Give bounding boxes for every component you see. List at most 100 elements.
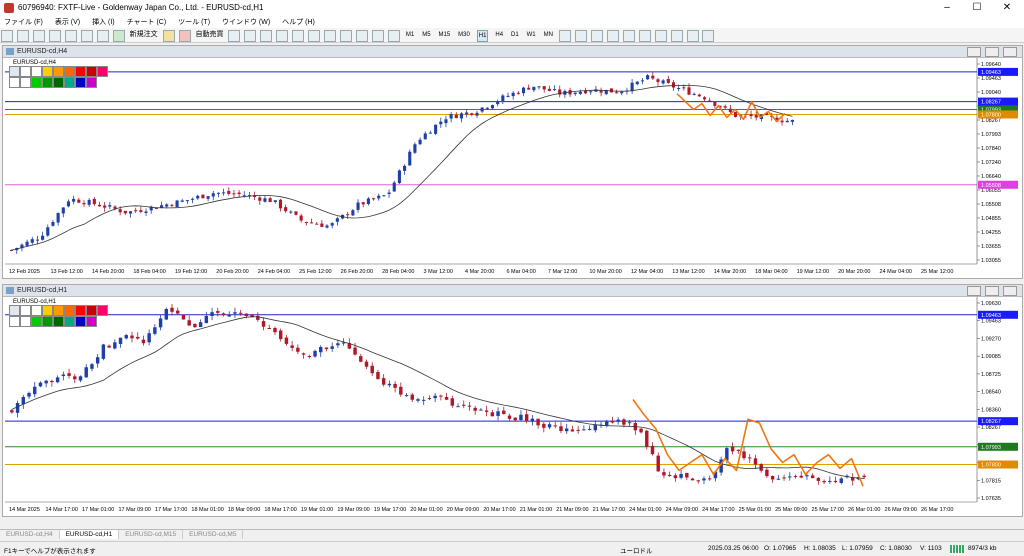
color-swatch[interactable] xyxy=(64,66,75,77)
candlestick-icon[interactable] xyxy=(244,30,257,42)
tab-eurusd-h1[interactable]: EURUSD-cd,H1 xyxy=(59,530,120,539)
price-chart[interactable]: 1.096401.094631.090401.084401.082671.079… xyxy=(5,58,1020,276)
color-swatch[interactable] xyxy=(75,77,86,88)
color-swatch[interactable] xyxy=(42,305,53,316)
dot-style-icon[interactable] xyxy=(20,77,31,88)
timeframe-w1[interactable]: W1 xyxy=(526,30,537,40)
timeframe-d1[interactable]: D1 xyxy=(510,30,520,40)
color-swatch[interactable] xyxy=(53,305,64,316)
navigator-icon[interactable] xyxy=(64,30,77,42)
color-swatch[interactable] xyxy=(97,66,108,77)
menu-view[interactable]: 表示 (V) xyxy=(51,16,86,27)
price-chart[interactable]: 1.09630 1.09463 1.09270 1.09085 1.08725 1.085… xyxy=(5,297,1020,514)
magnet-tool-icon[interactable] xyxy=(31,66,42,77)
cursor-tool-icon[interactable] xyxy=(9,305,20,316)
auto-trade-button[interactable]: 自動売買 xyxy=(195,30,223,40)
fibonacci-icon[interactable] xyxy=(654,30,667,42)
timeframe-m15[interactable]: M15 xyxy=(438,30,452,40)
color-swatch[interactable] xyxy=(42,77,53,88)
line-width-icon[interactable] xyxy=(9,77,20,88)
color-swatch[interactable] xyxy=(86,316,97,327)
timeframe-m1[interactable]: M1 xyxy=(405,30,415,40)
timeframe-mn[interactable]: MN xyxy=(543,30,554,40)
chart-window-h1[interactable]: EURUSD-cd,H1 1.09630 1.09463 1.09270 1.0908… xyxy=(2,284,1023,517)
new-chart-icon[interactable] xyxy=(1,30,13,42)
color-swatch[interactable] xyxy=(31,77,42,88)
chart-window-h4[interactable]: EURUSD-cd,H4 1.096401.094631.090401.0844… xyxy=(2,45,1023,279)
color-swatch[interactable] xyxy=(42,316,53,327)
profiles-icon[interactable] xyxy=(16,30,29,42)
minimize-icon[interactable]: – xyxy=(932,0,962,16)
cursor-tool-icon[interactable] xyxy=(9,66,20,77)
color-swatch[interactable] xyxy=(42,66,53,77)
color-swatch[interactable] xyxy=(31,316,42,327)
crosshair-icon[interactable] xyxy=(574,30,587,42)
line-chart-icon[interactable] xyxy=(260,30,273,42)
timeframe-m5[interactable]: M5 xyxy=(421,30,431,40)
text-label-icon[interactable] xyxy=(686,30,699,42)
menu-file[interactable]: ファイル (F) xyxy=(0,16,49,27)
zoom-out-icon[interactable] xyxy=(292,30,305,42)
vertical-line-icon[interactable] xyxy=(590,30,603,42)
tab-eurusd-m15[interactable]: EURUSD-cd,M15 xyxy=(119,530,184,539)
line-width-icon[interactable] xyxy=(9,316,20,327)
close-icon[interactable]: ✕ xyxy=(992,0,1022,16)
tester-icon[interactable] xyxy=(96,30,109,42)
templates-icon[interactable] xyxy=(387,30,400,42)
indicators-icon[interactable] xyxy=(356,30,369,42)
dot-style-icon[interactable] xyxy=(20,316,31,327)
market-watch-icon[interactable] xyxy=(32,30,45,42)
maximize-icon[interactable] xyxy=(985,47,999,57)
meta-editor-icon[interactable] xyxy=(162,30,175,42)
color-swatch[interactable] xyxy=(86,305,97,316)
color-swatch[interactable] xyxy=(86,77,97,88)
color-swatch[interactable] xyxy=(53,77,64,88)
tab-eurusd-h4[interactable]: EURUSD-cd,H4 xyxy=(0,530,60,539)
close-icon[interactable] xyxy=(1003,47,1017,57)
minimize-icon[interactable] xyxy=(967,47,981,57)
color-swatch[interactable] xyxy=(53,66,64,77)
text-icon[interactable] xyxy=(670,30,683,42)
menu-window[interactable]: ウインドウ (W) xyxy=(218,16,276,27)
terminal-icon[interactable] xyxy=(80,30,93,42)
color-palette[interactable] xyxy=(9,66,108,88)
bar-chart-icon[interactable] xyxy=(228,30,241,42)
zoom-in-icon[interactable] xyxy=(276,30,289,42)
color-swatch[interactable] xyxy=(75,305,86,316)
color-swatch[interactable] xyxy=(64,77,75,88)
color-swatch[interactable] xyxy=(64,316,75,327)
timeframe-h1[interactable]: H1 xyxy=(476,30,489,42)
timeframe-h4[interactable]: H4 xyxy=(494,30,504,40)
minimize-icon[interactable] xyxy=(967,286,981,296)
maximize-icon[interactable]: ☐ xyxy=(962,0,992,16)
auto-scroll-icon[interactable] xyxy=(324,30,337,42)
timeframe-m30[interactable]: M30 xyxy=(457,30,471,40)
new-order-icon[interactable] xyxy=(112,30,125,42)
color-swatch[interactable] xyxy=(97,305,108,316)
auto-trade-icon[interactable] xyxy=(178,30,191,42)
chart-shift-icon[interactable] xyxy=(340,30,353,42)
menu-tools[interactable]: ツール (T) xyxy=(174,16,216,27)
horizontal-line-icon[interactable] xyxy=(606,30,619,42)
menu-help[interactable]: ヘルプ (H) xyxy=(278,16,321,27)
crosshair-tool-icon[interactable] xyxy=(20,66,31,77)
equidistant-channel-icon[interactable] xyxy=(638,30,651,42)
magnet-tool-icon[interactable] xyxy=(31,305,42,316)
menu-insert[interactable]: 挿入 (I) xyxy=(88,16,121,27)
arrows-icon[interactable] xyxy=(702,30,715,42)
menu-charts[interactable]: チャート (C) xyxy=(123,16,173,27)
tab-eurusd-m5[interactable]: EURUSD-cd,M5 xyxy=(183,530,244,539)
trendline-icon[interactable] xyxy=(622,30,635,42)
data-window-icon[interactable] xyxy=(48,30,61,42)
maximize-icon[interactable] xyxy=(985,286,999,296)
color-swatch[interactable] xyxy=(75,316,86,327)
tile-windows-icon[interactable] xyxy=(308,30,321,42)
color-swatch[interactable] xyxy=(64,305,75,316)
color-swatch[interactable] xyxy=(53,316,64,327)
new-order-button[interactable]: 新規注文 xyxy=(130,30,158,40)
cursor-icon[interactable] xyxy=(558,30,571,42)
close-icon[interactable] xyxy=(1003,286,1017,296)
color-swatch[interactable] xyxy=(86,66,97,77)
color-swatch[interactable] xyxy=(75,66,86,77)
periods-icon[interactable] xyxy=(372,30,385,42)
